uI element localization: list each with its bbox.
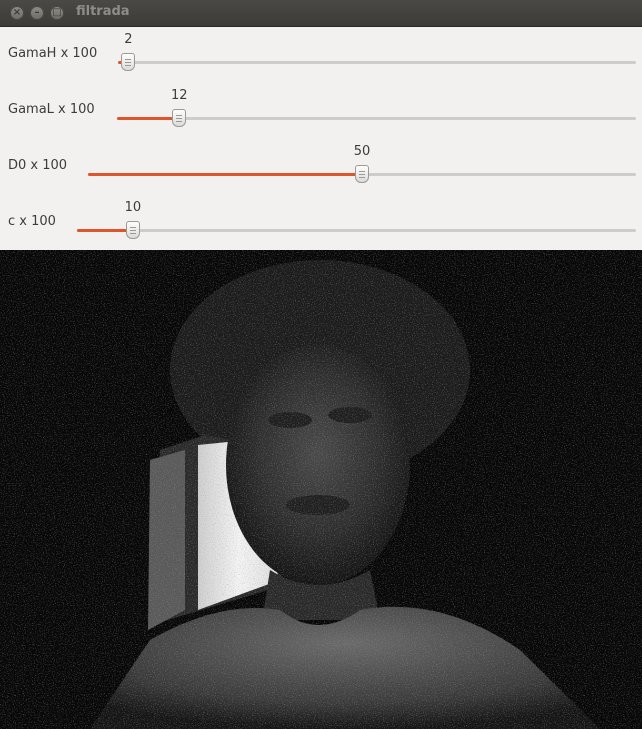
trackbar-value: 50	[353, 144, 371, 159]
maximize-icon: □	[52, 7, 62, 18]
slider-handle[interactable]	[121, 53, 136, 71]
trackbar-value: 2	[124, 32, 133, 47]
window-titlebar: × – □ filtrada	[0, 0, 642, 27]
trackbar-label: GamaH x 100	[8, 46, 98, 61]
window-title: filtrada	[76, 4, 130, 19]
trackbar-label: c x 100	[8, 214, 56, 229]
filtered-webcam-frame	[0, 250, 642, 729]
trackbar-value: 12	[170, 88, 188, 103]
close-button[interactable]: ×	[10, 6, 24, 20]
slider-fill	[117, 117, 180, 120]
trackbar-gamal: GamaL x 100 12	[0, 83, 642, 139]
slider-fill	[88, 173, 362, 176]
slider-track[interactable]	[117, 109, 636, 127]
slider-track[interactable]	[88, 165, 636, 183]
trackbar-panel: GamaH x 100 2 GamaL x 100 12 D0 x 100 50…	[0, 27, 642, 250]
trackbar-gamah: GamaH x 100 2	[0, 27, 642, 83]
trackbar-label: GamaL x 100	[8, 102, 95, 117]
slider-fill	[77, 229, 133, 232]
trackbar-value: 10	[124, 200, 142, 215]
slider-handle[interactable]	[355, 165, 369, 183]
trackbar-c: c x 100 10	[0, 195, 642, 251]
slider-track[interactable]	[118, 53, 636, 71]
slider-track[interactable]	[77, 221, 636, 239]
trackbar-label: D0 x 100	[8, 158, 68, 173]
minimize-icon: –	[34, 7, 40, 18]
filtered-image	[0, 250, 642, 729]
maximize-button[interactable]: □	[50, 6, 64, 20]
trackbar-d0: D0 x 100 50	[0, 139, 642, 195]
slider-handle[interactable]	[125, 221, 140, 239]
close-icon: ×	[12, 7, 22, 18]
minimize-button[interactable]: –	[30, 6, 44, 20]
slider-handle[interactable]	[172, 109, 187, 127]
